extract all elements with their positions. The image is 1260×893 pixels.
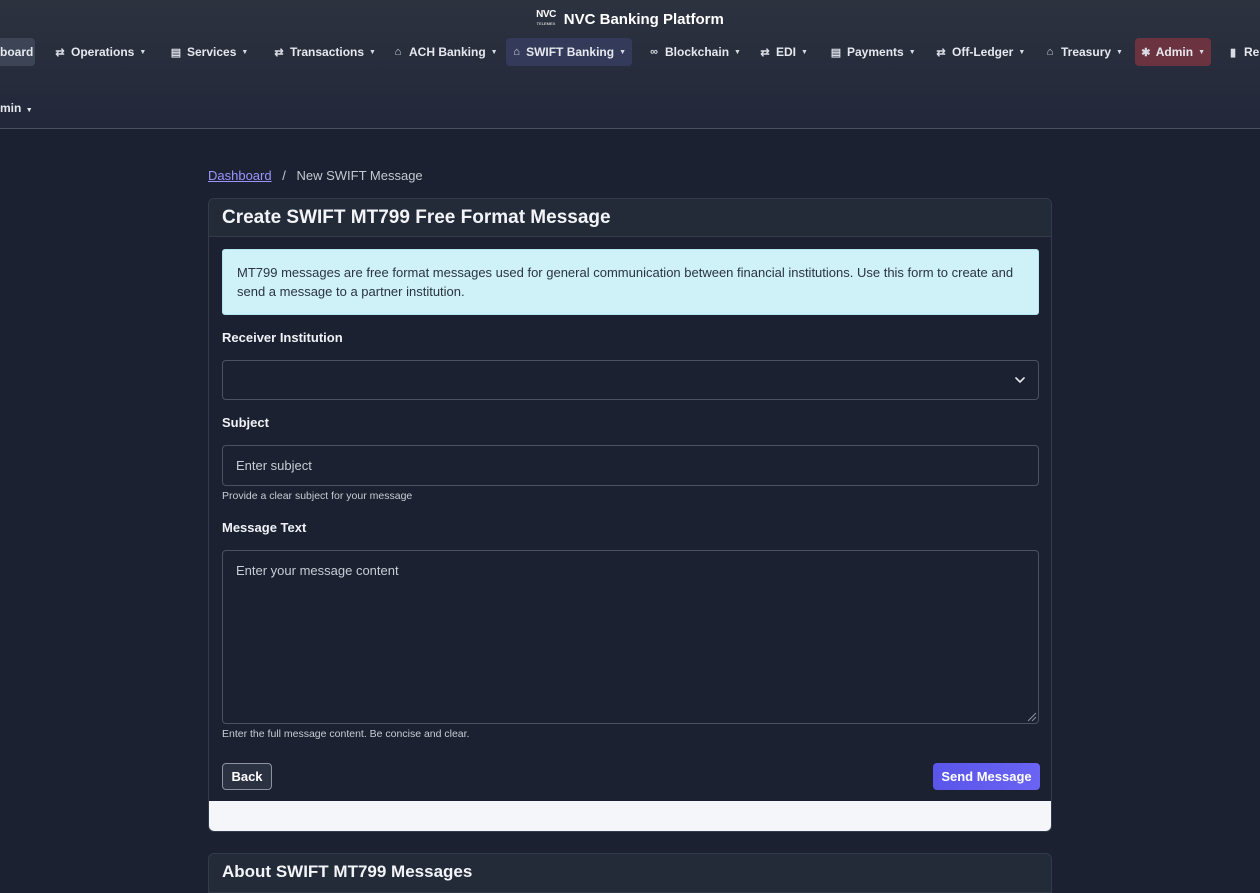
caret-down-icon: ▼ <box>801 48 808 56</box>
subject-label: Subject <box>222 415 269 430</box>
brand[interactable]: NVC TELEMEX NVC Banking Platform <box>0 8 1260 30</box>
nav-item-label: board <box>0 45 34 59</box>
nav-item-services[interactable]: ▤ Services ▼ <box>164 38 254 66</box>
bank-icon: ⌂ <box>394 46 402 58</box>
breadcrumb-current: New SWIFT Message <box>296 168 423 183</box>
caret-down-icon: ▼ <box>369 48 376 56</box>
nav-item-payments[interactable]: ▤ Payments ▼ <box>824 38 922 66</box>
subject-help-text: Provide a clear subject for your message <box>222 490 413 502</box>
nav-item-label: Admin <box>1155 45 1194 59</box>
card-title: Create SWIFT MT799 Free Format Message <box>209 199 1051 237</box>
receiver-select[interactable] <box>222 360 1039 400</box>
nav-item-transactions[interactable]: ⇄ Transactions ▼ <box>267 38 382 66</box>
nav-item-label: Operations <box>71 45 135 59</box>
chevron-down-icon <box>1015 377 1025 383</box>
exchange-arrows-icon: ⇄ <box>760 46 770 59</box>
message-label: Message Text <box>222 520 307 535</box>
nav-item-label: SWIFT Banking <box>526 45 615 59</box>
brand-name: NVC Banking Platform <box>563 10 724 28</box>
resize-grip-icon[interactable] <box>1025 710 1037 722</box>
caret-down-icon: ▼ <box>1018 48 1026 56</box>
nav-item-label: Services <box>187 45 237 59</box>
nav-item-label: Res <box>1244 45 1260 59</box>
nav-item-label: EDI <box>776 45 797 59</box>
bank-icon: ⌂ <box>1046 46 1054 58</box>
caret-down-icon: ▼ <box>139 48 147 56</box>
nav-item-label: Treasury <box>1061 45 1112 59</box>
link-icon: ∞ <box>650 46 658 58</box>
book-icon: ▮ <box>1229 46 1237 59</box>
about-card-title: About SWIFT MT799 Messages <box>208 853 1052 893</box>
id-card-icon: ▤ <box>170 46 182 59</box>
nav-item-swift-banking[interactable]: ⌂ SWIFT Banking ▼ <box>506 38 632 66</box>
nav-item-admin-secondary[interactable]: min ▼ <box>0 101 33 115</box>
nav-item-label: Off-Ledger <box>952 45 1014 59</box>
exchange-arrows-icon: ⇄ <box>55 46 65 59</box>
caret-down-icon: ▼ <box>241 48 249 56</box>
info-alert: MT799 messages are free format messages … <box>222 249 1039 315</box>
caret-down-icon: ▼ <box>908 48 916 56</box>
nav-item-label: Blockchain <box>665 45 730 59</box>
caret-down-icon: ▼ <box>490 48 498 56</box>
breadcrumb-separator: / <box>282 168 286 183</box>
nav-item-label: ACH Banking <box>409 45 486 59</box>
nav-item-label: min <box>0 101 22 115</box>
id-card-icon: ▤ <box>830 46 842 59</box>
gear-icon: ✱ <box>1141 46 1151 59</box>
caret-down-icon: ▼ <box>619 48 626 56</box>
nav-item-admin[interactable]: ✱ Admin ▼ <box>1135 38 1211 66</box>
breadcrumb-dashboard-link[interactable]: Dashboard <box>208 168 272 183</box>
breadcrumb: Dashboard / New SWIFT Message <box>208 168 423 183</box>
exchange-arrows-icon: ⇄ <box>274 46 284 59</box>
nav-item-resources[interactable]: ▮ Res <box>1221 38 1260 66</box>
message-textarea[interactable] <box>222 550 1039 724</box>
card-footer <box>209 801 1051 831</box>
receiver-label: Receiver Institution <box>222 330 343 345</box>
brand-logo: NVC TELEMEX <box>536 10 556 28</box>
nav-item-edi[interactable]: ⇄ EDI ▼ <box>753 38 814 66</box>
nav-item-ach-banking[interactable]: ⌂ ACH Banking ▼ <box>386 38 504 66</box>
nav-item-off-ledger[interactable]: ⇄ Off-Ledger ▼ <box>929 38 1031 66</box>
nav-item-operations[interactable]: ⇄ Operations ▼ <box>48 38 152 66</box>
caret-down-icon: ▼ <box>1198 48 1205 56</box>
message-help-text: Enter the full message content. Be conci… <box>222 728 470 740</box>
brand-logo-subtext: TELEMEX <box>536 21 556 26</box>
nav-item-label: Transactions <box>290 45 365 59</box>
send-message-button[interactable]: Send Message <box>933 763 1040 790</box>
caret-down-icon: ▼ <box>25 107 33 114</box>
nav-item-blockchain[interactable]: ∞ Blockchain ▼ <box>642 38 747 66</box>
top-navbar: NVC TELEMEX NVC Banking Platform board ⇄… <box>0 0 1260 129</box>
nav-item-treasury[interactable]: ⌂ Treasury ▼ <box>1038 38 1129 66</box>
message-form-card: Create SWIFT MT799 Free Format Message M… <box>208 198 1052 832</box>
nav-item-dashboard[interactable]: board <box>0 38 35 66</box>
exchange-arrows-icon: ⇄ <box>936 46 946 59</box>
main-nav: board ⇄ Operations ▼ ▤ Services ▼ ⇄ Tran… <box>0 38 1260 66</box>
back-button[interactable]: Back <box>222 763 272 790</box>
caret-down-icon: ▼ <box>1116 48 1123 56</box>
caret-down-icon: ▼ <box>734 48 741 56</box>
bank-icon: ⌂ <box>513 46 520 58</box>
nav-item-label: Payments <box>847 45 904 59</box>
subject-input[interactable] <box>222 445 1039 486</box>
